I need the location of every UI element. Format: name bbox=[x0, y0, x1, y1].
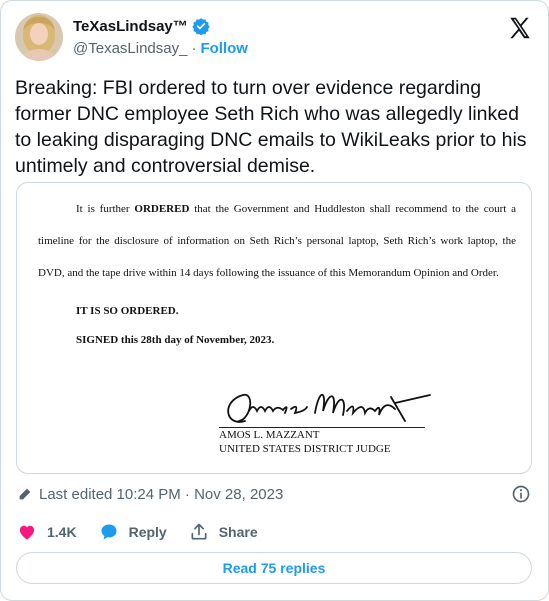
x-logo-icon[interactable] bbox=[507, 15, 533, 41]
verified-badge-icon bbox=[192, 17, 210, 36]
signature-line bbox=[219, 427, 425, 428]
judge-signature bbox=[215, 381, 445, 433]
share-button[interactable]: Share bbox=[189, 522, 258, 542]
edited-timestamp[interactable]: Last edited 10:24 PM · Nov 28, 2023 bbox=[39, 486, 283, 503]
handle[interactable]: @TexasLindsay_ bbox=[73, 40, 187, 57]
tweet-media-image[interactable]: It is further ORDERED that the Governmen… bbox=[16, 182, 532, 474]
like-count: 1.4K bbox=[47, 524, 77, 540]
read-replies-label: Read 75 replies bbox=[222, 560, 326, 576]
name-row: TeXasLindsay™ bbox=[73, 17, 210, 36]
action-bar: 1.4K Reply Share bbox=[17, 521, 280, 543]
signed-line: SIGNED this 28th day of November, 2023. bbox=[76, 334, 275, 346]
share-icon bbox=[189, 522, 209, 542]
paragraph-ordered: ORDERED bbox=[134, 203, 190, 215]
judge-title: UNITED STATES DISTRICT JUDGE bbox=[219, 443, 391, 455]
document-paragraph: It is further ORDERED that the Governmen… bbox=[38, 193, 516, 289]
separator-dot: · bbox=[191, 40, 197, 57]
avatar[interactable] bbox=[15, 13, 63, 61]
tweet-header: TeXasLindsay™ @TexasLindsay_ · Follow bbox=[15, 13, 535, 63]
tweet-text: Breaking: FBI ordered to turn over evide… bbox=[15, 77, 527, 177]
so-ordered-line: IT IS SO ORDERED. bbox=[76, 305, 179, 317]
reply-label: Reply bbox=[128, 524, 167, 540]
court-document: It is further ORDERED that the Governmen… bbox=[17, 183, 531, 473]
paragraph-lead: It is further bbox=[76, 203, 135, 215]
reply-button[interactable]: Reply bbox=[99, 522, 167, 542]
pencil-icon bbox=[17, 486, 33, 502]
info-icon[interactable] bbox=[511, 484, 531, 504]
follow-button[interactable]: Follow bbox=[200, 40, 248, 57]
judge-name: AMOS L. MAZZANT bbox=[219, 429, 320, 441]
tweet-card: TeXasLindsay™ @TexasLindsay_ · Follow Br… bbox=[0, 0, 549, 601]
share-label: Share bbox=[218, 524, 258, 540]
like-button[interactable]: 1.4K bbox=[17, 522, 77, 542]
speech-bubble-icon bbox=[99, 522, 119, 542]
heart-icon bbox=[17, 522, 37, 542]
handle-row: @TexasLindsay_ · Follow bbox=[73, 40, 248, 57]
read-replies-button[interactable]: Read 75 replies bbox=[16, 552, 532, 584]
edited-info-row: Last edited 10:24 PM · Nov 28, 2023 bbox=[17, 484, 531, 504]
display-name[interactable]: TeXasLindsay™ bbox=[73, 18, 188, 35]
